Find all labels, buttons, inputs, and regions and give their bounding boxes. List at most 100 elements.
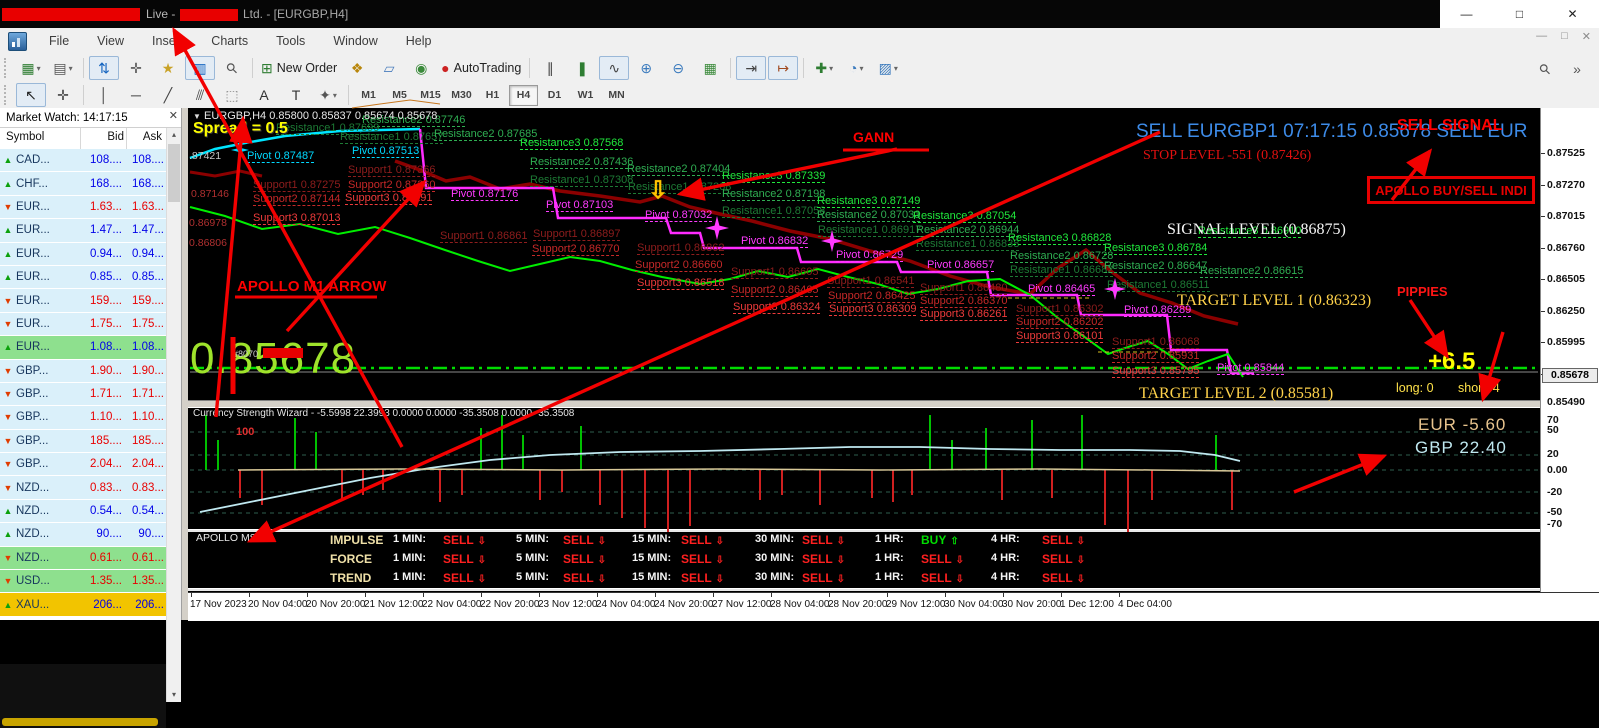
terminal-button[interactable]: ▥ [185, 56, 215, 80]
timeframe-m1[interactable]: M1 [354, 85, 383, 106]
scroll-down-icon[interactable]: ▾ [167, 688, 181, 702]
timeframe-d1[interactable]: D1 [540, 85, 569, 106]
signals-button[interactable]: ◉ [406, 56, 436, 80]
sr-level-label: Support2 0.87144 [253, 193, 341, 206]
arrows-tool-button[interactable]: ✦ ▾ [313, 83, 343, 107]
table-row[interactable]: ▼ EUR... 1.63... 1.63... [0, 195, 166, 220]
column-bid[interactable]: Bid [96, 131, 124, 143]
table-row[interactable]: ▲ NZD... 0.54... 0.54... [0, 499, 166, 524]
line-chart-button[interactable]: ∿ [599, 56, 630, 80]
minimize-button[interactable]: — [1440, 0, 1493, 28]
menu-item-file[interactable]: File [35, 28, 83, 54]
market-watch-scrollbar[interactable]: ▴ ▾ [166, 128, 181, 702]
zoom-out-button[interactable]: ⊖ [663, 56, 693, 80]
maximize-button[interactable]: □ [1493, 0, 1546, 28]
templates-button[interactable]: ▨ ▾ [873, 56, 903, 80]
text-button[interactable]: A [249, 83, 279, 107]
table-row[interactable]: ▼ GBP... 2.04... 2.04... [0, 453, 166, 477]
candle-chart-button[interactable]: ❚ [567, 56, 597, 80]
subwindow-splitter[interactable] [188, 400, 1599, 408]
menu-item-insert[interactable]: Insert [138, 28, 197, 54]
table-row[interactable]: ▼ GBP... 1.71... 1.71... [0, 382, 166, 407]
auto-scroll-button[interactable]: ⇥ [736, 56, 767, 80]
table-row[interactable]: ▼ NZD... 0.61... 0.61... [0, 546, 166, 571]
terminal-icon: ▥ [193, 59, 207, 76]
market-watch-button[interactable]: ⇅ [89, 56, 119, 80]
fibo-button[interactable]: ⬚ [217, 83, 247, 107]
hline-button[interactable]: ─ [121, 83, 151, 107]
new-chart-button[interactable]: ▦ ▾ [16, 56, 46, 80]
timeframe-mn[interactable]: MN [602, 85, 631, 106]
label-button[interactable]: T [281, 83, 311, 107]
strategy-tester-button[interactable]: ⚲ [217, 56, 247, 80]
price-scale[interactable]: 0.87525 0.87270 0.87015 0.86760 0.86505 0.862… [1540, 108, 1599, 592]
navigator-button[interactable]: ★ [153, 56, 183, 80]
table-row[interactable]: ▼ GBP... 1.10... 1.10... [0, 406, 166, 430]
menu-item-help[interactable]: Help [392, 28, 446, 54]
table-row[interactable]: ▼ EUR... 1.75... 1.75... [0, 312, 166, 337]
bottom-scroll-strip[interactable] [2, 718, 158, 726]
table-row[interactable]: ▼ USD... 1.35... 1.35... [0, 570, 166, 594]
sr-level-label: Support2 0.87260 [348, 179, 436, 192]
timeframe-m5[interactable]: M5 [385, 85, 414, 106]
child-close-button[interactable]: ✕ [1582, 30, 1591, 43]
new-order-button[interactable]: ⊞ New Order [258, 56, 340, 80]
overflow-chevron-icon[interactable]: » [1562, 57, 1592, 81]
menu-item-charts[interactable]: Charts [197, 28, 262, 54]
table-row[interactable]: ▲ XAU... 206... 206... [0, 593, 166, 617]
cursor-icon: ↖ [25, 86, 37, 103]
search-icon[interactable]: ⚲ [1530, 57, 1560, 81]
msp-timeframe-label: 1 HR: [875, 571, 904, 583]
menu-item-view[interactable]: View [83, 28, 138, 54]
column-symbol[interactable]: Symbol [6, 131, 44, 143]
bid-cell: 1.75... [90, 317, 122, 330]
window-controls: — □ ✕ [1440, 0, 1599, 28]
table-row[interactable]: ▲ NZD... 90.... 90.... [0, 523, 166, 547]
table-row[interactable]: ▲ EUR... 0.94... 0.94... [0, 242, 166, 266]
market-watch-close-icon[interactable]: ✕ [169, 109, 178, 122]
menu-item-tools[interactable]: Tools [262, 28, 319, 54]
table-row[interactable]: ▲ EUR... 1.08... 1.08... [0, 336, 166, 360]
scroll-up-icon[interactable]: ▴ [167, 128, 181, 142]
sr-level-label: Resistance1 0.87657 [340, 131, 444, 144]
scrollbar-thumb[interactable] [168, 144, 180, 202]
table-row[interactable]: ▲ EUR... 0.85... 0.85... [0, 265, 166, 290]
autotrading-button[interactable]: ● AutoTrading [438, 56, 524, 80]
chart-upload-button[interactable]: ▱ [374, 56, 404, 80]
data-window-button[interactable]: ✛ [121, 56, 151, 80]
menu-item-window[interactable]: Window [319, 28, 391, 54]
time-axis[interactable]: 17 Nov 2023 20 Nov 04:00 20 Nov 20:00 21 No… [188, 592, 1599, 621]
table-row[interactable]: ▲ CAD... 108.... 108.... [0, 149, 166, 173]
bar-chart-button[interactable]: ∥ [535, 56, 565, 80]
cursor-button[interactable]: ↖ [16, 83, 46, 107]
table-row[interactable]: ▼ NZD... 0.83... 0.83... [0, 476, 166, 500]
close-button[interactable]: ✕ [1546, 0, 1599, 28]
zoom-in-button[interactable]: ⊕ [631, 56, 661, 80]
column-ask[interactable]: Ask [134, 131, 162, 143]
indicators-button[interactable]: ✚ ▾ [809, 56, 839, 80]
child-minimize-button[interactable]: — [1536, 30, 1547, 43]
table-row[interactable]: ▼ GBP... 1.90... 1.90... [0, 359, 166, 383]
table-row[interactable]: ▲ CHF... 168.... 168.... [0, 172, 166, 196]
timeframe-h1[interactable]: H1 [478, 85, 507, 106]
timeframe-w1[interactable]: W1 [571, 85, 600, 106]
channel-button[interactable]: ⫻ [185, 83, 215, 107]
table-row[interactable]: ▼ GBP... 185.... 185.... [0, 429, 166, 454]
table-row[interactable]: ▲ EUR... 1.47... 1.47... [0, 219, 166, 243]
child-restore-button[interactable]: □ [1561, 30, 1568, 43]
sr-level-label: Resistance3 0.87149 [817, 195, 921, 208]
trendline-button[interactable]: ╱ [153, 83, 183, 107]
time-axis-label: 30 Nov 20:00 [1002, 599, 1062, 610]
timeframe-m15[interactable]: M15 [416, 85, 445, 106]
scale-tick [1541, 184, 1545, 186]
tile-windows-button[interactable]: ▦ [695, 56, 725, 80]
periods-button[interactable]: ◔ ▾ [841, 56, 871, 80]
profiles-button[interactable]: ▤ ▾ [48, 56, 78, 80]
vline-button[interactable]: │ [89, 83, 119, 107]
timeframe-m30[interactable]: M30 [447, 85, 476, 106]
table-row[interactable]: ▼ EUR... 159.... 159.... [0, 289, 166, 313]
chart-shift-button[interactable]: ↦ [768, 56, 799, 80]
timeframe-h4[interactable]: H4 [509, 84, 538, 106]
crosshair-button[interactable]: ✛ [48, 83, 78, 107]
metaeditor-button[interactable]: ❖ [342, 56, 372, 80]
